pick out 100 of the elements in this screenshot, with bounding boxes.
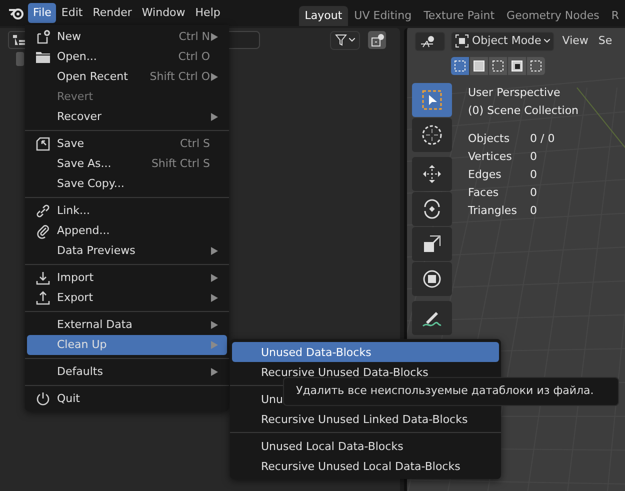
import-icon bbox=[35, 270, 51, 286]
export-icon bbox=[35, 290, 51, 306]
submenu-arrow-icon bbox=[211, 113, 218, 121]
select-mode-button[interactable] bbox=[508, 57, 526, 75]
menu-item[interactable]: New Ctrl N bbox=[27, 27, 227, 47]
filter-icon bbox=[335, 34, 347, 46]
stat-label: Vertices bbox=[468, 149, 513, 165]
menu-button[interactable]: Se bbox=[596, 32, 614, 50]
tool-button[interactable] bbox=[412, 262, 452, 296]
menu-button[interactable]: Help bbox=[190, 3, 226, 23]
tool-button[interactable] bbox=[412, 83, 452, 117]
workspace-tab[interactable]: Texture Paint bbox=[418, 6, 501, 26]
collection-name: (0) Scene Collection bbox=[468, 103, 579, 119]
submenu-arrow-icon bbox=[211, 368, 218, 376]
menu-item[interactable]: Recursive Unused Linked Data-Blocks bbox=[232, 409, 499, 429]
power-icon bbox=[35, 391, 51, 407]
menu-button[interactable]: Window bbox=[136, 3, 190, 23]
move-icon bbox=[421, 163, 443, 185]
new-collection-button[interactable] bbox=[368, 31, 386, 49]
shortcut-label: Shift Ctrl S bbox=[151, 156, 210, 172]
workspace-tab[interactable]: Layout bbox=[298, 6, 348, 26]
menu-item[interactable]: Save As... Shift Ctrl S bbox=[27, 154, 227, 174]
select-box-icon bbox=[421, 89, 443, 111]
submenu-arrow-icon bbox=[211, 294, 218, 302]
workspace-tab[interactable]: UV Editing bbox=[348, 6, 418, 26]
cursor-icon bbox=[421, 124, 443, 146]
selection-mode-icon bbox=[510, 59, 524, 73]
shortcut-label: Ctrl S bbox=[180, 136, 210, 152]
tooltip: Удалить все неиспользуемые датаблоки из файла. bbox=[283, 377, 619, 406]
tool-button[interactable] bbox=[412, 157, 452, 191]
menu-item[interactable]: Data Previews bbox=[27, 241, 227, 261]
menu-item[interactable]: Clean Up bbox=[27, 335, 227, 355]
submenu-arrow-icon bbox=[211, 73, 218, 81]
menu-item[interactable]: Link... bbox=[27, 201, 227, 221]
submenu-arrow-icon bbox=[211, 33, 218, 41]
stat-label: Triangles bbox=[468, 203, 518, 219]
menu-item[interactable]: Recursive Unused Local Data-Blocks bbox=[232, 456, 499, 476]
submenu-arrow-icon bbox=[211, 247, 218, 255]
menu-item[interactable]: Import bbox=[27, 268, 227, 288]
workspace-tab[interactable]: Geometry Nodes bbox=[500, 6, 606, 26]
outliner-icon bbox=[12, 34, 26, 46]
submenu-arrow-icon bbox=[211, 321, 218, 329]
stat-value: 0 bbox=[530, 167, 537, 183]
add-collection-icon bbox=[370, 34, 384, 46]
new-file-icon bbox=[35, 29, 51, 45]
submenu-arrow-icon bbox=[211, 274, 218, 282]
chevron-down-icon bbox=[544, 39, 550, 43]
menu-button[interactable]: File bbox=[28, 3, 56, 23]
tool-button[interactable] bbox=[412, 118, 452, 152]
menu-item[interactable]: Recover bbox=[27, 107, 227, 127]
selection-mode-icon bbox=[453, 59, 467, 73]
select-mode-button[interactable] bbox=[527, 57, 545, 75]
stat-value: 0 bbox=[530, 149, 537, 165]
selection-mode-icon bbox=[491, 59, 505, 73]
mode-dropdown[interactable]: Object Mode bbox=[451, 32, 554, 50]
menu-item[interactable]: Export bbox=[27, 288, 227, 308]
stat-value: 0 bbox=[530, 185, 537, 201]
stat-label: Edges bbox=[468, 167, 502, 183]
menu-item[interactable]: Save Ctrl S bbox=[27, 134, 227, 154]
object-mode-icon bbox=[455, 34, 469, 48]
stat-label: Faces bbox=[468, 185, 500, 201]
stat-value: 0 bbox=[530, 203, 537, 219]
select-mode-button[interactable] bbox=[489, 57, 507, 75]
select-mode-button[interactable] bbox=[470, 57, 488, 75]
scale-icon bbox=[421, 233, 443, 255]
menu-item[interactable]: Save Copy... bbox=[27, 174, 227, 194]
filter-button[interactable] bbox=[330, 30, 360, 50]
selection-mode-icon bbox=[472, 59, 486, 73]
submenu-arrow-icon bbox=[211, 341, 218, 349]
selection-mode-icon bbox=[529, 59, 543, 73]
shortcut-label: Shift Ctrl O bbox=[150, 68, 210, 85]
workspace-tab[interactable]: R bbox=[605, 6, 625, 26]
menu-button[interactable]: View bbox=[560, 32, 590, 50]
search-field[interactable] bbox=[227, 31, 260, 49]
transform-icon bbox=[421, 268, 443, 290]
menu-item[interactable]: Append... bbox=[27, 221, 227, 241]
chevron-down-icon bbox=[349, 38, 355, 42]
menu-item[interactable]: Quit bbox=[27, 389, 227, 409]
menu-item[interactable]: Open Recent Shift Ctrl O bbox=[27, 67, 227, 87]
menu-item[interactable]: Unused Local Data-Blocks bbox=[232, 436, 499, 456]
link-icon bbox=[35, 203, 51, 219]
menu-button[interactable]: Render bbox=[88, 3, 137, 23]
editor-type-button[interactable] bbox=[415, 32, 445, 50]
menu-item[interactable]: Open... Ctrl O bbox=[27, 47, 227, 67]
stat-value: 0 / 0 bbox=[530, 131, 555, 147]
menu-button[interactable]: Edit bbox=[56, 3, 88, 23]
save-icon bbox=[35, 136, 51, 152]
mode-label: Object Mode bbox=[472, 32, 542, 49]
folder-icon bbox=[35, 49, 51, 65]
menu-item[interactable]: External Data bbox=[27, 315, 227, 335]
menu-item[interactable]: Defaults bbox=[27, 362, 227, 382]
menu-item[interactable]: Unused Data-Blocks bbox=[232, 342, 499, 362]
tool-button[interactable] bbox=[412, 301, 452, 335]
view-name: User Perspective bbox=[468, 85, 562, 101]
shortcut-label: Ctrl O bbox=[178, 48, 210, 65]
paperclip-icon bbox=[35, 223, 51, 239]
blender-logo-icon bbox=[8, 6, 24, 20]
stat-label: Objects bbox=[468, 131, 511, 147]
tool-button[interactable] bbox=[412, 192, 452, 226]
tool-button[interactable] bbox=[412, 227, 452, 261]
